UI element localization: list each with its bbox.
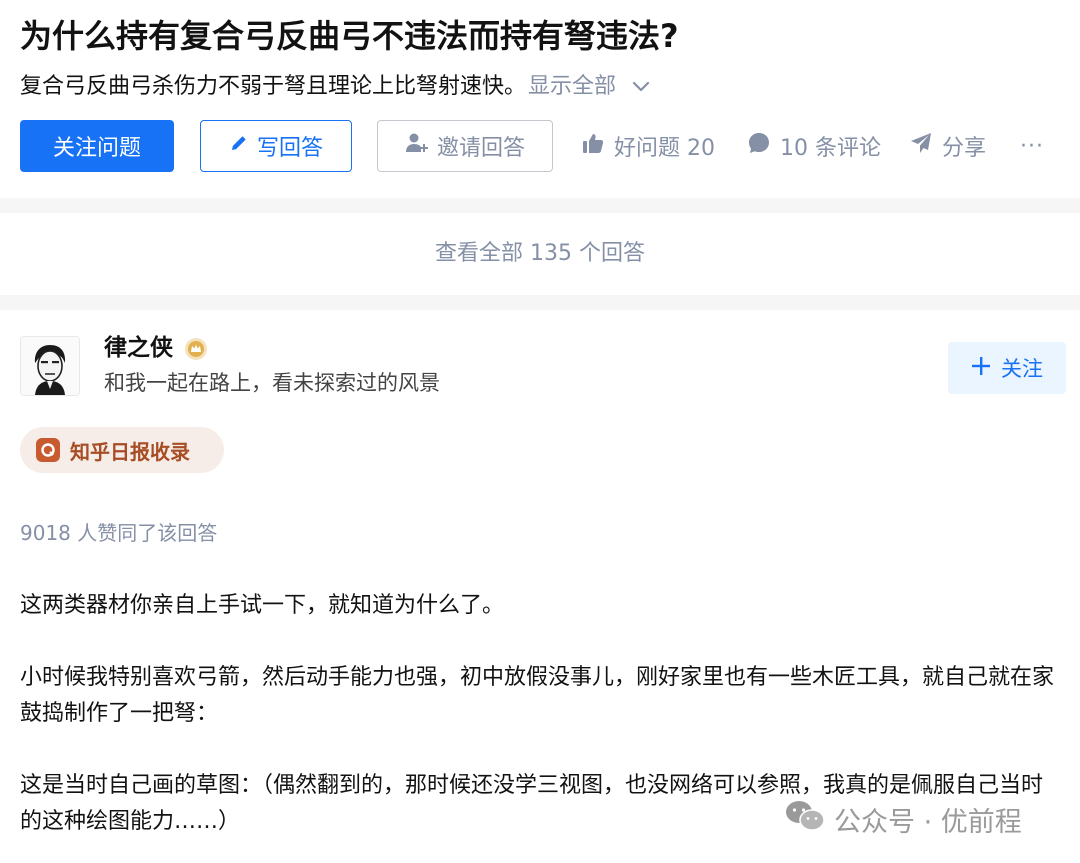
show-all-link[interactable]: 显示全部: [528, 74, 616, 99]
avatar[interactable]: [20, 336, 80, 396]
invite-answer-label: 邀请回答: [436, 136, 525, 161]
zhihu-daily-label: 知乎日报收录: [70, 439, 190, 464]
author-name[interactable]: 律之侠: [104, 332, 173, 364]
comments-label: 10 条评论: [780, 136, 881, 161]
answer-paragraph: 小时候我特别喜欢弓箭，然后动手能力也强，初中放假没事儿，刚好家里也有一些木匠工具…: [20, 665, 1055, 726]
question-excerpt-text: 复合弓反曲弓杀伤力不弱于弩且理论上比弩射速快。: [20, 74, 527, 99]
zhihu-daily-tag[interactable]: 知乎日报收录: [20, 427, 224, 473]
question-title[interactable]: 为什么持有复合弓反曲弓不违法而持有弩违法?: [20, 14, 679, 58]
comment-icon: [748, 132, 780, 160]
watermark: 公众号 · 优前程: [780, 797, 1026, 842]
invite-answer-button[interactable]: 邀请回答: [377, 120, 553, 172]
vote-count: 9018 人赞同了该回答: [20, 521, 218, 545]
zhihu-daily-icon: [36, 438, 60, 462]
follow-author-button[interactable]: 关注: [948, 342, 1066, 394]
follow-author-label: 关注: [1001, 357, 1043, 381]
view-all-answers-bar[interactable]: 查看全部 135 个回答: [0, 213, 1080, 295]
write-answer-button[interactable]: 写回答: [200, 120, 352, 172]
paper-plane-icon: [910, 132, 942, 160]
share-button[interactable]: 分享: [910, 120, 986, 172]
share-label: 分享: [942, 136, 987, 161]
good-question-button[interactable]: 好问题 20: [582, 120, 715, 172]
question-header: 为什么持有复合弓反曲弓不违法而持有弩违法? 复合弓反曲弓杀伤力不弱于弩且理论上比…: [0, 0, 1080, 198]
answer-card: 律之侠 和我一起在路上，看未探索过的风景 关注 知乎日报收录 9018 人赞同了…: [0, 310, 1080, 863]
thumbs-up-icon: [582, 132, 614, 160]
plus-icon: [971, 356, 1001, 381]
watermark-text: 公众号 · 优前程: [834, 807, 1022, 838]
more-options-button[interactable]: ···: [1020, 120, 1044, 172]
add-user-icon: [405, 132, 437, 160]
comments-button[interactable]: 10 条评论: [748, 120, 881, 172]
pencil-icon: [229, 133, 257, 159]
wechat-icon: [784, 799, 834, 840]
chevron-down-icon[interactable]: [632, 70, 650, 104]
answer-paragraph: 这两类器材你亲自上手试一下，就知道为什么了。: [20, 593, 505, 618]
author-bio: 和我一起在路上，看未探索过的风景: [104, 371, 440, 395]
question-excerpt: 复合弓反曲弓杀伤力不弱于弩且理论上比弩射速快。显示全部: [20, 70, 650, 104]
write-answer-label: 写回答: [256, 136, 323, 161]
follow-question-label: 关注问题: [52, 136, 141, 161]
follow-question-button[interactable]: 关注问题: [20, 120, 174, 172]
more-icon: ···: [1020, 133, 1044, 159]
good-question-label: 好问题 20: [614, 136, 715, 161]
badge-icon[interactable]: [184, 337, 208, 365]
view-all-answers-link[interactable]: 查看全部 135 个回答: [0, 237, 1080, 271]
